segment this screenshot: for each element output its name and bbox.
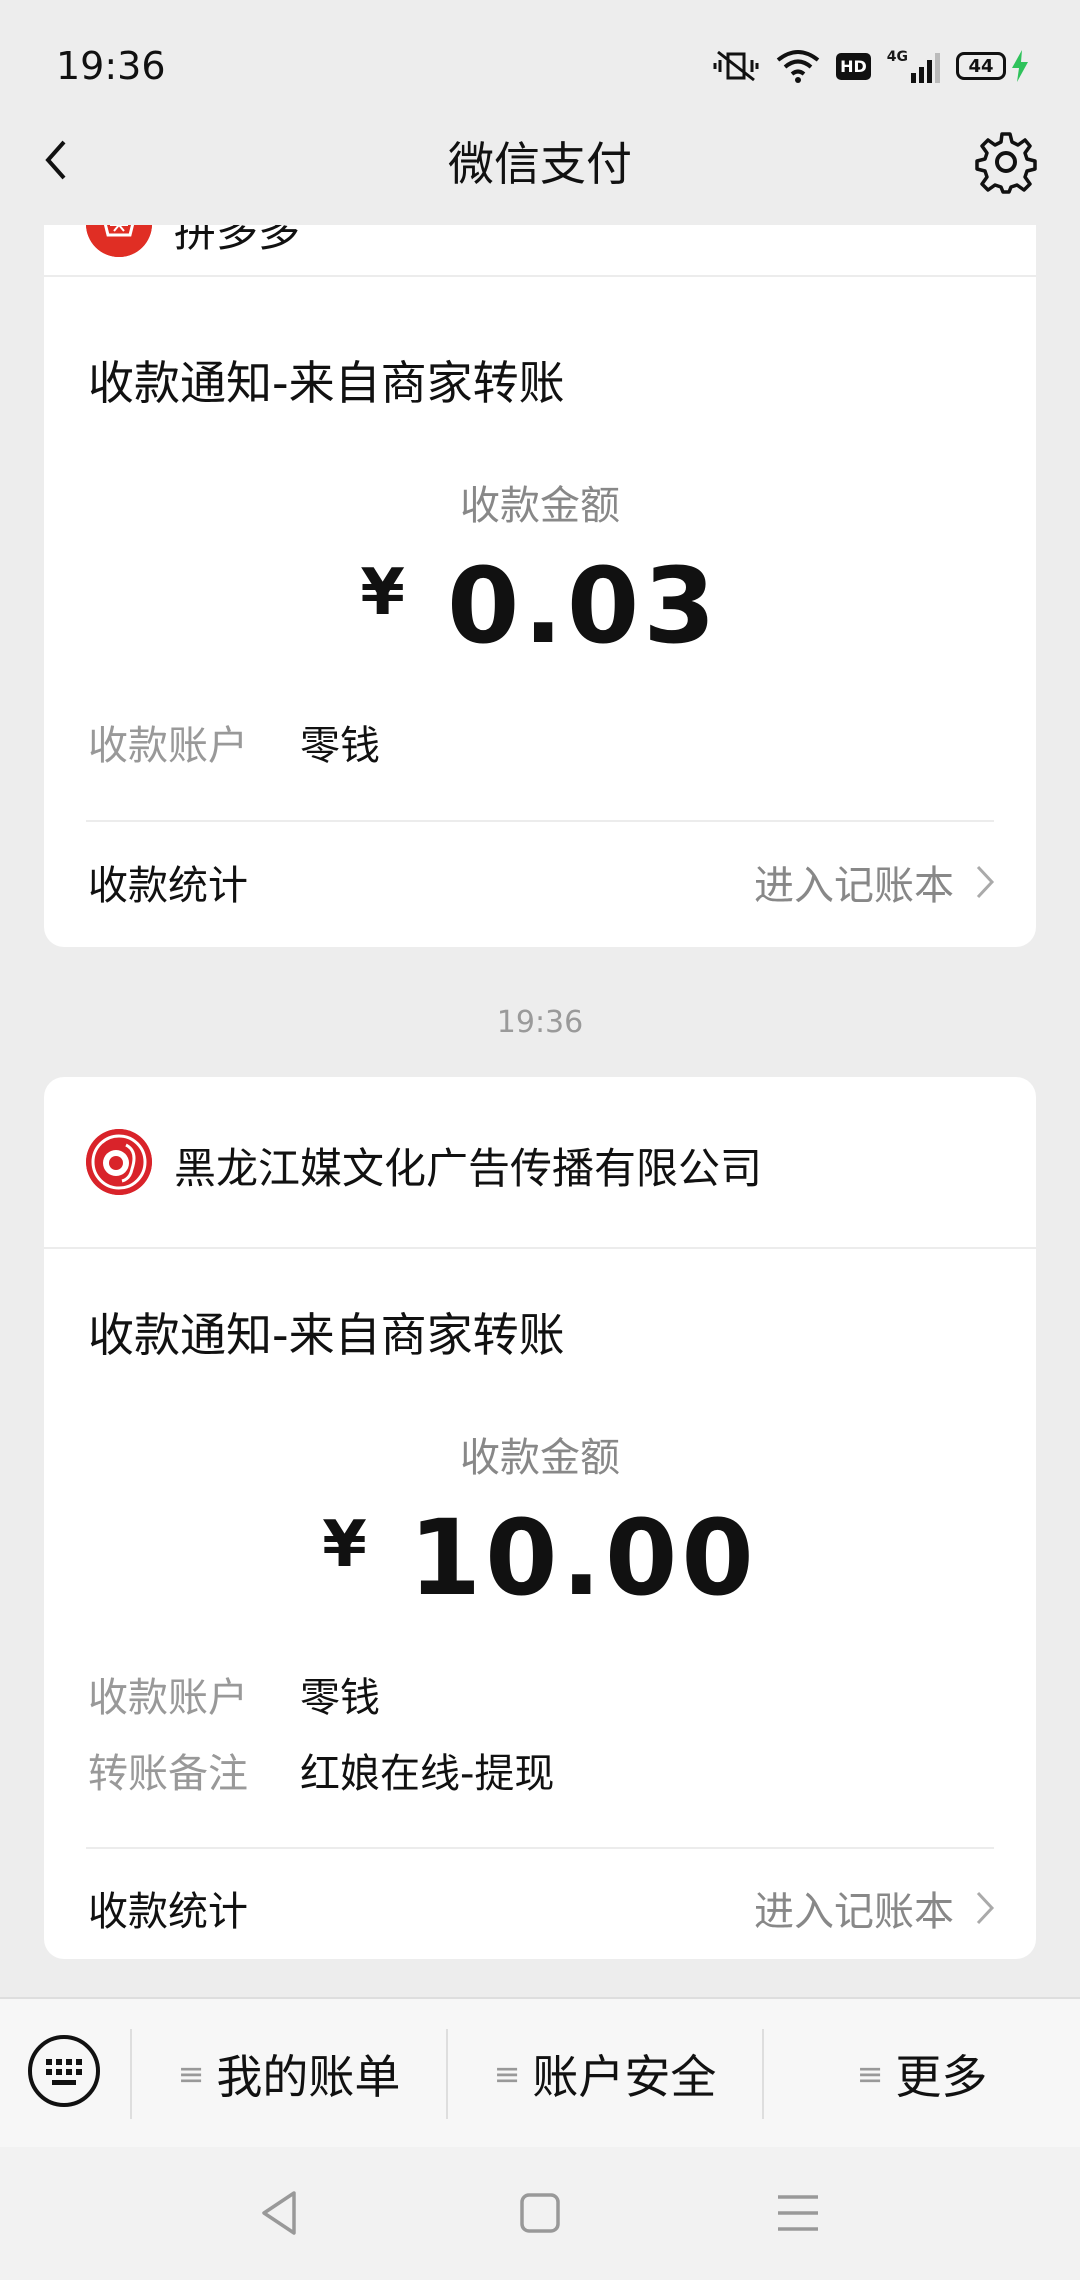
account-value: 零钱 xyxy=(300,723,380,769)
gear-icon[interactable] xyxy=(974,130,1038,194)
ledger-link-label: 进入记账本 xyxy=(754,1889,954,1935)
signal-icon: 4G xyxy=(887,49,940,83)
keyboard-icon[interactable] xyxy=(26,2033,102,2109)
merchant-logo xyxy=(86,225,152,257)
amount-label: 收款金额 xyxy=(460,483,620,529)
bottom-menu: ≡ 我的账单 ≡ 账户安全 ≡ 更多 xyxy=(0,1997,1080,2147)
notice-title: 收款通知-来自商家转账 xyxy=(88,356,565,410)
card-header[interactable]: 黑龙江媒文化广告传播有限公司 xyxy=(44,1077,1036,1249)
menu-list-icon: ≡ xyxy=(856,2055,884,2093)
chevron-right-icon xyxy=(976,865,995,899)
vibrate-mute-icon xyxy=(713,50,759,82)
amount-value: 0.03 xyxy=(446,545,720,667)
stats-label: 收款统计 xyxy=(88,863,248,909)
back-triangle-icon[interactable] xyxy=(252,2185,308,2241)
wifi-icon xyxy=(776,50,820,83)
message-timestamp: 19:36 xyxy=(496,1005,584,1040)
status-time: 19:36 xyxy=(56,44,166,88)
divider xyxy=(86,1847,994,1849)
menu-my-bills[interactable]: ≡ 我的账单 xyxy=(132,1999,446,2149)
divider xyxy=(86,820,994,822)
account-label: 收款账户 xyxy=(88,723,248,769)
remark-value: 红娘在线-提现 xyxy=(300,1751,555,1797)
payment-card: 拼多多 收款通知-来自商家转账 收款金额 ¥0.03 收款账户 零钱 收款统计 … xyxy=(44,225,1036,947)
home-square-icon[interactable] xyxy=(512,2185,568,2241)
battery-icon: 44 xyxy=(956,50,1030,82)
page-title: 微信支付 xyxy=(448,137,632,191)
currency-symbol: ¥ xyxy=(360,556,409,630)
currency-symbol: ¥ xyxy=(322,1508,371,1582)
amount: ¥0.03 xyxy=(44,545,1036,667)
account-value: 零钱 xyxy=(300,1675,380,1721)
merchant-name: 黑龙江媒文化广告传播有限公司 xyxy=(174,1144,763,1193)
amount-value: 10.00 xyxy=(408,1497,758,1619)
battery-level: 44 xyxy=(956,52,1006,80)
hd-icon: HD xyxy=(836,52,871,80)
status-icons: HD 4G 44 xyxy=(712,46,1030,86)
ledger-link-label: 进入记账本 xyxy=(754,863,954,909)
card-header[interactable]: 拼多多 xyxy=(44,225,1036,277)
amount-label: 收款金额 xyxy=(460,1435,620,1481)
remark-label: 转账备注 xyxy=(88,1751,248,1797)
menu-item-label: 账户安全 xyxy=(532,2050,717,2104)
system-nav-bar xyxy=(0,2147,1080,2280)
menu-account-security[interactable]: ≡ 账户安全 xyxy=(448,1999,762,2149)
menu-item-label: 我的账单 xyxy=(216,2050,401,2104)
stats-label: 收款统计 xyxy=(88,1889,248,1935)
merchant-name: 拼多多 xyxy=(174,225,301,256)
menu-item-label: 更多 xyxy=(895,2050,988,2104)
menu-list-icon: ≡ xyxy=(493,2055,521,2093)
nav-bar: 微信支付 xyxy=(0,100,1080,225)
account-label: 收款账户 xyxy=(88,1675,248,1721)
amount: ¥10.00 xyxy=(44,1497,1036,1619)
ledger-link[interactable]: 进入记账本 xyxy=(754,853,996,911)
network-type: 4G xyxy=(886,49,908,65)
notice-title: 收款通知-来自商家转账 xyxy=(88,1308,565,1362)
recents-menu-icon[interactable] xyxy=(770,2185,826,2241)
menu-more[interactable]: ≡ 更多 xyxy=(764,1999,1080,2149)
message-list[interactable]: 拼多多 收款通知-来自商家转账 收款金额 ¥0.03 收款账户 零钱 收款统计 … xyxy=(0,225,1080,1995)
chevron-right-icon xyxy=(976,1891,995,1925)
payment-card: 黑龙江媒文化广告传播有限公司 收款通知-来自商家转账 收款金额 ¥10.00 收… xyxy=(44,1077,1036,1959)
charging-icon xyxy=(1012,50,1028,82)
menu-list-icon: ≡ xyxy=(177,2055,205,2093)
ledger-link[interactable]: 进入记账本 xyxy=(754,1879,996,1937)
merchant-logo xyxy=(86,1129,152,1195)
